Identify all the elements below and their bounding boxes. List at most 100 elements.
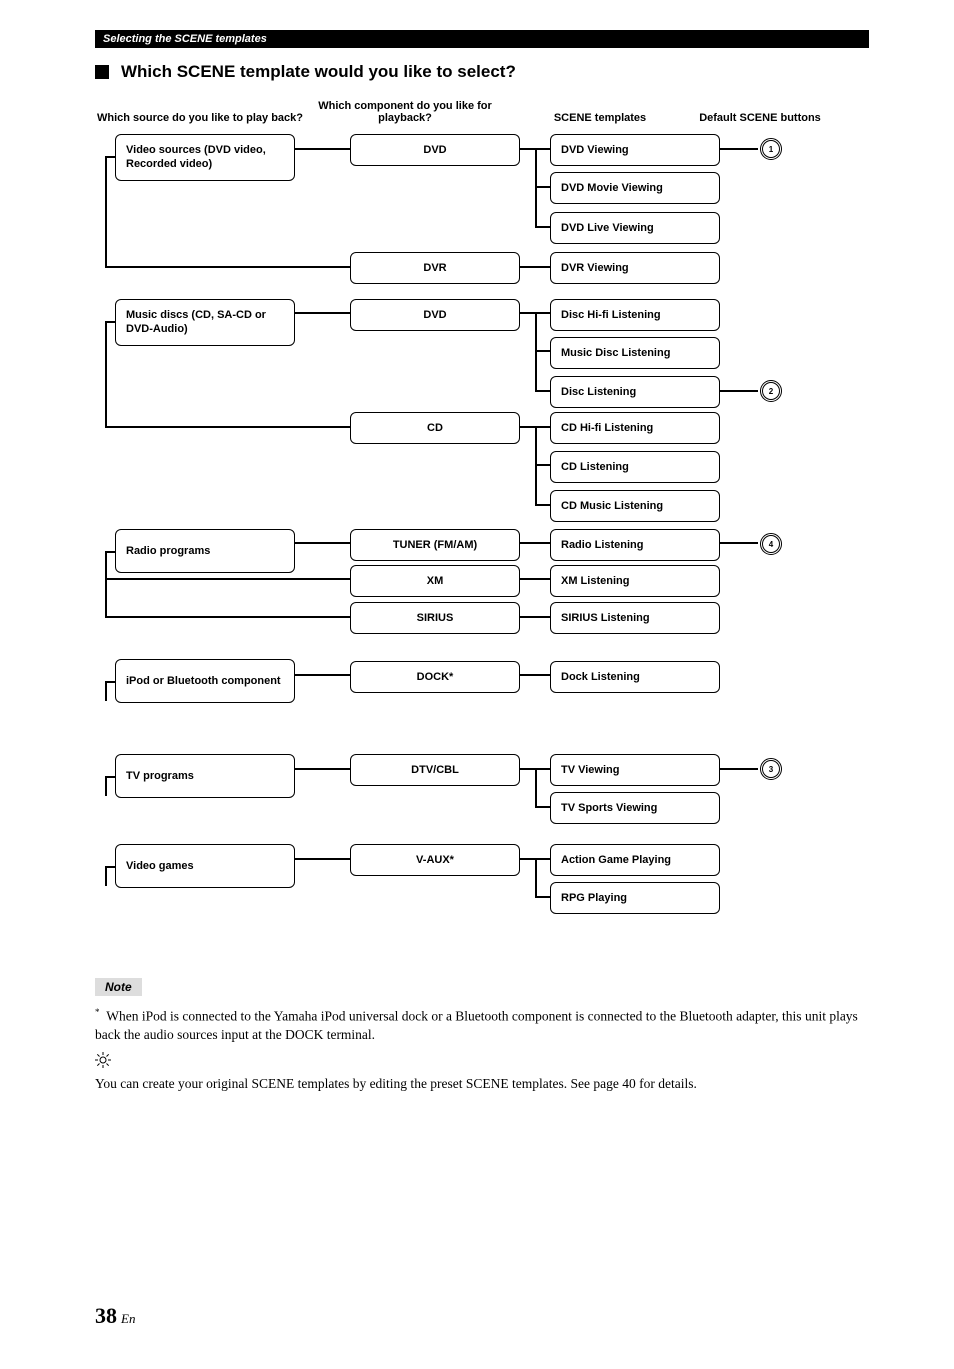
template-cd-listen: CD Listening xyxy=(550,451,720,483)
connector xyxy=(105,426,350,428)
connector xyxy=(105,321,107,426)
template-dvd-movie: DVD Movie Viewing xyxy=(550,172,720,204)
component-sirius: SIRIUS xyxy=(350,602,520,634)
connector xyxy=(535,226,550,228)
note-body: * When iPod is connected to the Yamaha i… xyxy=(95,1006,869,1044)
connector xyxy=(105,578,350,580)
template-sirius-listen: SIRIUS Listening xyxy=(550,602,720,634)
note-label: Note xyxy=(95,978,142,996)
template-tv-viewing: TV Viewing xyxy=(550,754,720,786)
connector xyxy=(105,616,350,618)
connector xyxy=(105,866,107,886)
connector xyxy=(105,681,115,683)
connector xyxy=(295,768,350,770)
connector xyxy=(105,551,107,616)
template-disc-listen: Disc Listening xyxy=(550,376,720,408)
section-header-bar: Selecting the SCENE templates xyxy=(95,30,869,48)
connector xyxy=(105,866,115,868)
component-xm: XM xyxy=(350,565,520,597)
connector xyxy=(520,674,550,676)
connector xyxy=(105,681,107,701)
component-vaux: V-AUX* xyxy=(350,844,520,876)
col-header-component: Which component do you like for playback… xyxy=(305,100,505,124)
source-games: Video games xyxy=(115,844,295,888)
connector xyxy=(535,148,537,228)
connector xyxy=(105,321,115,323)
connector xyxy=(295,674,350,676)
scene-flow-chart: Video sources (DVD video, Recorded video… xyxy=(95,134,869,954)
connector xyxy=(535,464,550,466)
template-dvr-viewing: DVR Viewing xyxy=(550,252,720,284)
connector xyxy=(720,148,758,150)
template-radio-listen: Radio Listening xyxy=(550,529,720,561)
page-number: 38 En xyxy=(95,1303,869,1329)
template-dock-listen: Dock Listening xyxy=(550,661,720,693)
template-rpg: RPG Playing xyxy=(550,882,720,914)
source-music: Music discs (CD, SA-CD or DVD-Audio) xyxy=(115,299,295,346)
connector xyxy=(520,578,550,580)
connector xyxy=(105,776,115,778)
scene-button-4-icon: 4 xyxy=(760,533,782,555)
connector xyxy=(295,858,350,860)
scene-button-1-icon: 1 xyxy=(760,138,782,160)
template-tv-sports: TV Sports Viewing xyxy=(550,792,720,824)
scene-button-3-icon: 3 xyxy=(760,758,782,780)
asterisk-marker: * xyxy=(95,1007,100,1017)
template-music-disc: Music Disc Listening xyxy=(550,337,720,369)
connector xyxy=(105,266,350,268)
source-radio: Radio programs xyxy=(115,529,295,573)
template-dvd-live: DVD Live Viewing xyxy=(550,212,720,244)
scene-button-1-label: 1 xyxy=(769,145,773,154)
connector xyxy=(520,542,550,544)
page-lang: En xyxy=(121,1311,135,1326)
connector xyxy=(535,896,550,898)
source-ipod: iPod or Bluetooth component xyxy=(115,659,295,703)
heading-title: Which SCENE template would you like to s… xyxy=(121,62,516,82)
connector xyxy=(535,768,537,808)
connector xyxy=(520,266,550,268)
note-text: When iPod is connected to the Yamaha iPo… xyxy=(95,1009,858,1042)
connector xyxy=(105,156,107,266)
connector xyxy=(535,312,537,392)
template-xm-listen: XM Listening xyxy=(550,565,720,597)
col-header-source: Which source do you like to play back? xyxy=(95,100,305,124)
connector xyxy=(535,186,550,188)
connector xyxy=(535,858,537,898)
template-action-game: Action Game Playing xyxy=(550,844,720,876)
template-dvd-viewing: DVD Viewing xyxy=(550,134,720,166)
connector xyxy=(295,312,350,314)
component-dtv: DTV/CBL xyxy=(350,754,520,786)
scene-button-2-label: 2 xyxy=(769,387,773,396)
source-video: Video sources (DVD video, Recorded video… xyxy=(115,134,295,181)
connector xyxy=(105,156,115,158)
col-header-templates: SCENE templates xyxy=(505,100,695,124)
connector xyxy=(535,504,550,506)
component-dvr: DVR xyxy=(350,252,520,284)
heading-square-icon xyxy=(95,65,109,79)
connector xyxy=(535,350,550,352)
scene-button-3-label: 3 xyxy=(769,765,773,774)
connector xyxy=(720,390,758,392)
page-number-value: 38 xyxy=(95,1303,117,1328)
scene-button-2-icon: 2 xyxy=(760,380,782,402)
template-cd-music: CD Music Listening xyxy=(550,490,720,522)
template-disc-hifi: Disc Hi-fi Listening xyxy=(550,299,720,331)
hint-icon xyxy=(95,1052,869,1073)
component-dvd: DVD xyxy=(350,134,520,166)
component-dvd2: DVD xyxy=(350,299,520,331)
component-tuner: TUNER (FM/AM) xyxy=(350,529,520,561)
connector xyxy=(720,768,758,770)
page: Selecting the SCENE templates Which SCEN… xyxy=(0,0,954,1369)
connector xyxy=(520,616,550,618)
connector xyxy=(535,390,550,392)
subsection-heading: Which SCENE template would you like to s… xyxy=(95,62,869,82)
scene-button-4-label: 4 xyxy=(769,540,773,549)
component-cd: CD xyxy=(350,412,520,444)
connector xyxy=(535,426,537,506)
component-dock: DOCK* xyxy=(350,661,520,693)
connector xyxy=(105,776,107,796)
col-header-buttons: Default SCENE buttons xyxy=(695,100,825,124)
source-tv: TV programs xyxy=(115,754,295,798)
connector xyxy=(295,542,350,544)
template-cd-hifi: CD Hi-fi Listening xyxy=(550,412,720,444)
